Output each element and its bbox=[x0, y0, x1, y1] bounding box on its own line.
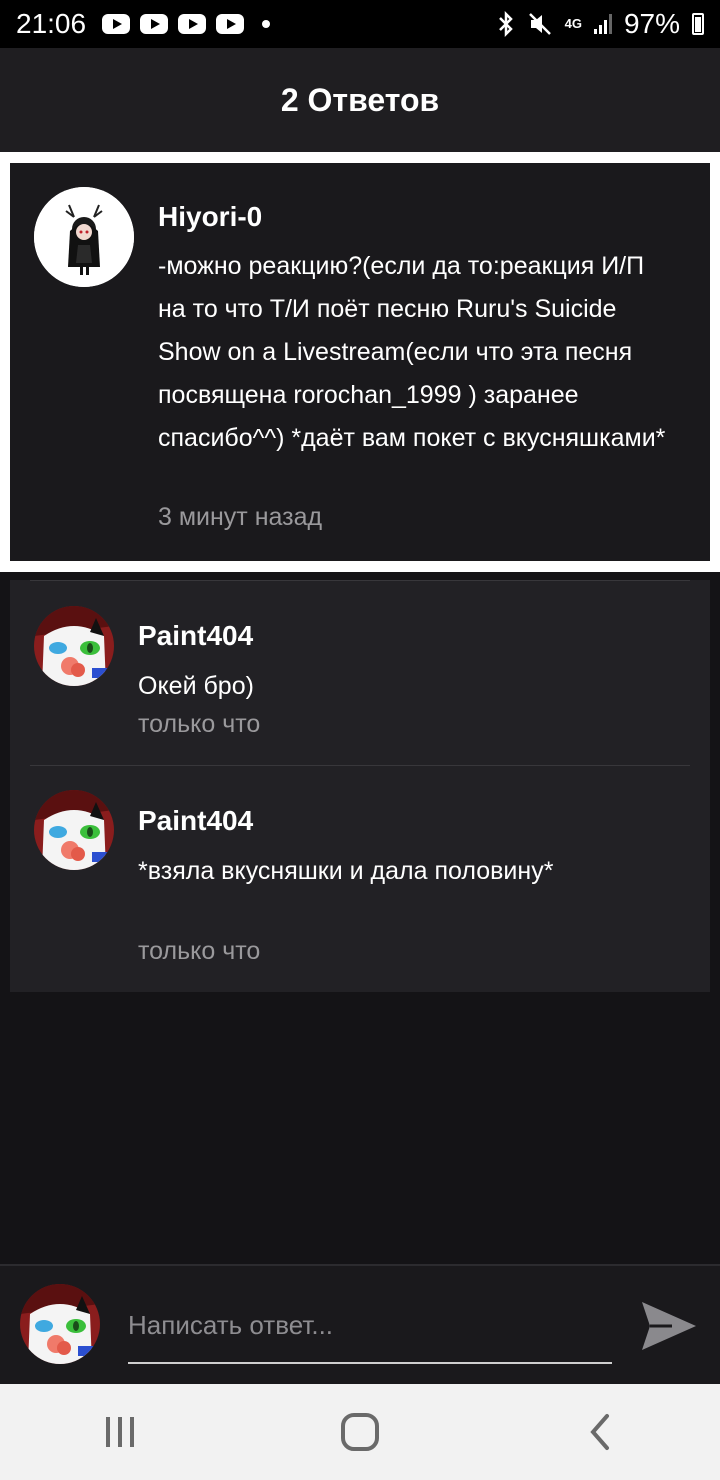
avatar[interactable] bbox=[34, 606, 114, 686]
reply-text: *взяла вкусняшки и дала половину* bbox=[138, 857, 554, 885]
reply-timestamp: только что bbox=[138, 710, 261, 738]
reply-composer: Написать ответ... bbox=[0, 1264, 720, 1384]
recent-apps-button[interactable] bbox=[80, 1402, 160, 1462]
network-type: 4G bbox=[564, 16, 582, 31]
status-bar: 21:06 4G 97% bbox=[0, 0, 720, 48]
reply-item[interactable]: Paint404 Окей бро) только что bbox=[10, 580, 710, 765]
status-time: 21:06 bbox=[16, 8, 87, 39]
avatar bbox=[20, 1284, 100, 1364]
home-icon bbox=[341, 1413, 379, 1451]
reply-timestamp: только что bbox=[138, 937, 261, 965]
avatar[interactable] bbox=[34, 790, 114, 870]
original-post-frame: Hiyori-0 -можно реакцию?(если да то:реак… bbox=[0, 152, 720, 572]
page-title: 2 Ответов bbox=[280, 81, 440, 118]
reply-input[interactable]: Написать ответ... bbox=[128, 1300, 612, 1364]
back-icon bbox=[590, 1414, 609, 1450]
post-timestamp: 3 минут назад bbox=[158, 503, 323, 531]
divider bbox=[30, 765, 690, 766]
original-post[interactable]: Hiyori-0 -можно реакцию?(если да то:реак… bbox=[10, 163, 710, 561]
app-header: 2 Ответов bbox=[0, 48, 720, 152]
reply-author[interactable]: Paint404 bbox=[138, 620, 253, 652]
divider bbox=[30, 580, 690, 581]
back-button[interactable] bbox=[560, 1402, 640, 1462]
reply-item[interactable]: Paint404 *взяла вкусняшки и дала половин… bbox=[10, 765, 710, 992]
youtube-icon bbox=[140, 14, 169, 34]
avatar[interactable] bbox=[34, 187, 134, 287]
youtube-icon bbox=[102, 14, 131, 34]
battery-percent: 97% bbox=[623, 8, 680, 39]
youtube-icon bbox=[216, 14, 245, 34]
reply-text: Окей бро) bbox=[138, 672, 254, 700]
youtube-icon bbox=[178, 14, 207, 34]
mute-icon bbox=[528, 13, 551, 35]
system-nav-bar bbox=[0, 1384, 720, 1480]
signal-icon bbox=[593, 14, 612, 34]
battery-icon bbox=[692, 13, 704, 35]
home-button[interactable] bbox=[320, 1402, 400, 1462]
notification-dot-icon bbox=[262, 20, 271, 28]
reply-author[interactable]: Paint404 bbox=[138, 805, 253, 837]
bluetooth-icon bbox=[498, 11, 513, 37]
post-author[interactable]: Hiyori-0 bbox=[158, 201, 262, 233]
recent-apps-icon bbox=[106, 1417, 134, 1447]
post-text: -можно реакцию?(если да то:реакция И/П н… bbox=[158, 252, 666, 452]
send-icon[interactable] bbox=[640, 1298, 698, 1354]
